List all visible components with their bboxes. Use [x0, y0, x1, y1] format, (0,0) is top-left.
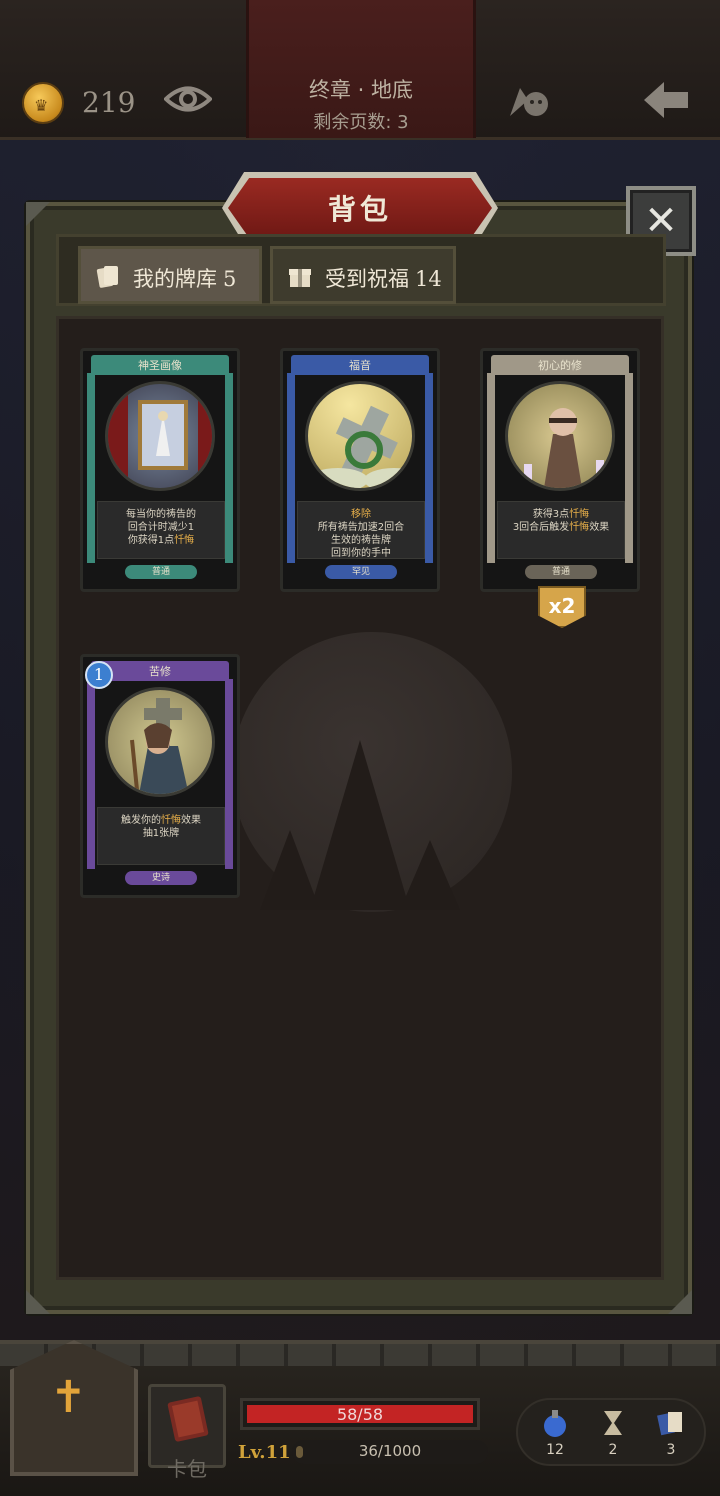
tab-label: 我的牌库: [133, 267, 217, 291]
hp-bar: 58/58: [240, 1398, 480, 1430]
pine-trees-watermark: [260, 740, 460, 910]
card-rarity: 史诗: [125, 871, 197, 885]
coin-count: 219: [82, 86, 136, 119]
hourglass-count: 2: [608, 1442, 618, 1458]
card-first-novice[interactable]: 初心的修 获得3点忏悔 3回合后触发忏悔效果 普通: [480, 348, 640, 592]
chapter-title: 终章 · 地底: [308, 78, 414, 102]
hourglass-icon[interactable]: [598, 1408, 628, 1438]
card-description: 移除 所有祷告加速2回合 生效的祷告牌 回到你的手中: [297, 501, 425, 559]
resources-panel: 12 2 3: [516, 1398, 706, 1466]
card-pack-button[interactable]: 卡包: [148, 1384, 226, 1481]
card-art: [505, 381, 615, 491]
gift-box-icon: [289, 269, 311, 287]
card-pack-label: 卡包: [167, 1457, 207, 1481]
card-art: [105, 687, 215, 797]
chapter-banner: 终章 · 地底 剩余页数: 3: [246, 0, 476, 138]
card-penance[interactable]: 苦修 触发你的忏悔效果 抽1张牌 史诗: [80, 654, 240, 898]
card-gospel[interactable]: 福音 移除 所有祷告加速2回合 生效的祷告牌 回到你的手中 罕见: [280, 348, 440, 592]
tab-my-deck[interactable]: 我的牌库 5: [78, 246, 262, 304]
card-name: 福音: [349, 359, 371, 372]
keyword-highlight: 忏悔: [569, 522, 590, 533]
potion-icon[interactable]: [540, 1408, 570, 1438]
tab-count: 14: [415, 267, 442, 291]
card-art: [305, 381, 415, 491]
modal-title: 背包: [327, 193, 392, 226]
keyword-highlight: 忏悔: [569, 509, 590, 520]
card-rarity: 罕见: [325, 565, 397, 579]
card-holy-portrait[interactable]: 神圣画像 每当你的祷告的 回合计时减少1 你获得1点忏悔 普通: [80, 348, 240, 592]
holy-cross-icon: ✝: [50, 1372, 87, 1423]
keyword-highlight: 忏悔: [161, 815, 181, 826]
xp-text: 36/1000: [358, 1442, 422, 1460]
tab-blessings[interactable]: 受到祝福 14: [270, 246, 456, 304]
back-arrow-icon[interactable]: [640, 78, 692, 122]
cards-icon: [96, 266, 118, 288]
card-art: [105, 381, 215, 491]
hp-text: 58/58: [336, 1405, 384, 1424]
card-description: 每当你的祷告的 回合计时减少1 你获得1点忏悔: [97, 501, 225, 559]
card-name: 神圣画像: [138, 359, 182, 372]
card-level-badge: 1: [85, 661, 113, 689]
card-rarity: 普通: [525, 565, 597, 579]
tab-count: 5: [223, 267, 237, 291]
potion-count: 12: [546, 1442, 564, 1458]
pages-left: 剩余页数: 3: [313, 112, 409, 133]
card-name: 初心的修: [538, 359, 582, 372]
book-icon: [167, 1396, 209, 1442]
cards-icon[interactable]: [656, 1408, 686, 1438]
xp-bar: 36/1000: [292, 1440, 488, 1464]
tab-label: 受到祝福: [325, 267, 409, 291]
card-rarity: 普通: [125, 565, 197, 579]
deck-count: 3: [666, 1442, 676, 1458]
card-description: 触发你的忏悔效果 抽1张牌: [97, 807, 225, 865]
card-description: 获得3点忏悔 3回合后触发忏悔效果: [497, 501, 625, 559]
keyword-highlight: 忏悔: [174, 535, 195, 546]
top-bar: ♛ 219 终章 · 地底 剩余页数: 3: [0, 0, 720, 140]
player-level: Lv.11: [238, 1442, 291, 1463]
pet-icon[interactable]: [504, 76, 554, 122]
eye-icon[interactable]: [164, 82, 212, 116]
coin-icon: ♛: [22, 82, 64, 124]
